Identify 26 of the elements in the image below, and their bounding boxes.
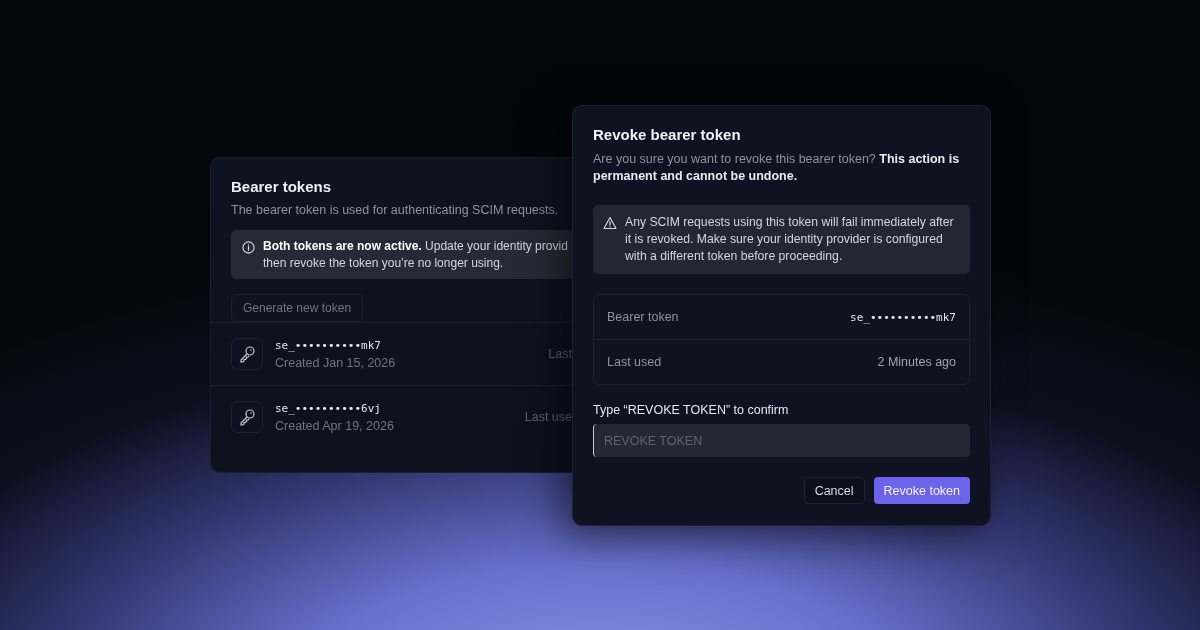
detail-label: Last used [607,355,662,369]
confirm-label: Type “REVOKE TOKEN” to confirm [593,403,790,417]
token-value: se_••••••••••mk7 [275,338,382,352]
generate-token-button[interactable]: Generate new token [231,294,364,322]
created-date: Created Jan 15, 2026 [275,355,397,370]
confirm-input[interactable]: REVOKE TOKEN [593,424,970,457]
notice-text: Both tokens are now active. Update your identity provid [263,239,568,253]
dialog-description: Are you sure you want to revoke this bearer token? This action is permanent and cannot be undone. [593,151,961,185]
notice-text: then revoke the token you’re no longer using. [263,256,505,270]
card-description: The bearer token is used for authenticating SCIM requests. [231,203,560,217]
token-value: se_••••••••••6vj [275,401,382,415]
key-icon [231,338,263,370]
info-icon [242,241,255,254]
card-title: Bearer tokens [231,178,333,195]
warning-text: Any SCIM requests using this token will fail immediately after it is revoked. Make sure your identity provider is configured with a different token before proceeding. [625,214,955,265]
revoke-button[interactable]: Revoke token [873,477,970,504]
last-used-label: Last [548,347,572,361]
key-icon [231,401,263,433]
detail-value: se_••••••••••mk7 [850,310,956,324]
warning-icon [603,216,617,230]
detail-value: 2 Minutes ago [877,355,956,369]
last-used-label: Last use [524,410,572,424]
dialog-title: Revoke bearer token [593,126,742,143]
created-date: Created Apr 19, 2026 [275,418,395,433]
cancel-button[interactable]: Cancel [803,477,865,504]
detail-label: Bearer token [607,310,679,324]
